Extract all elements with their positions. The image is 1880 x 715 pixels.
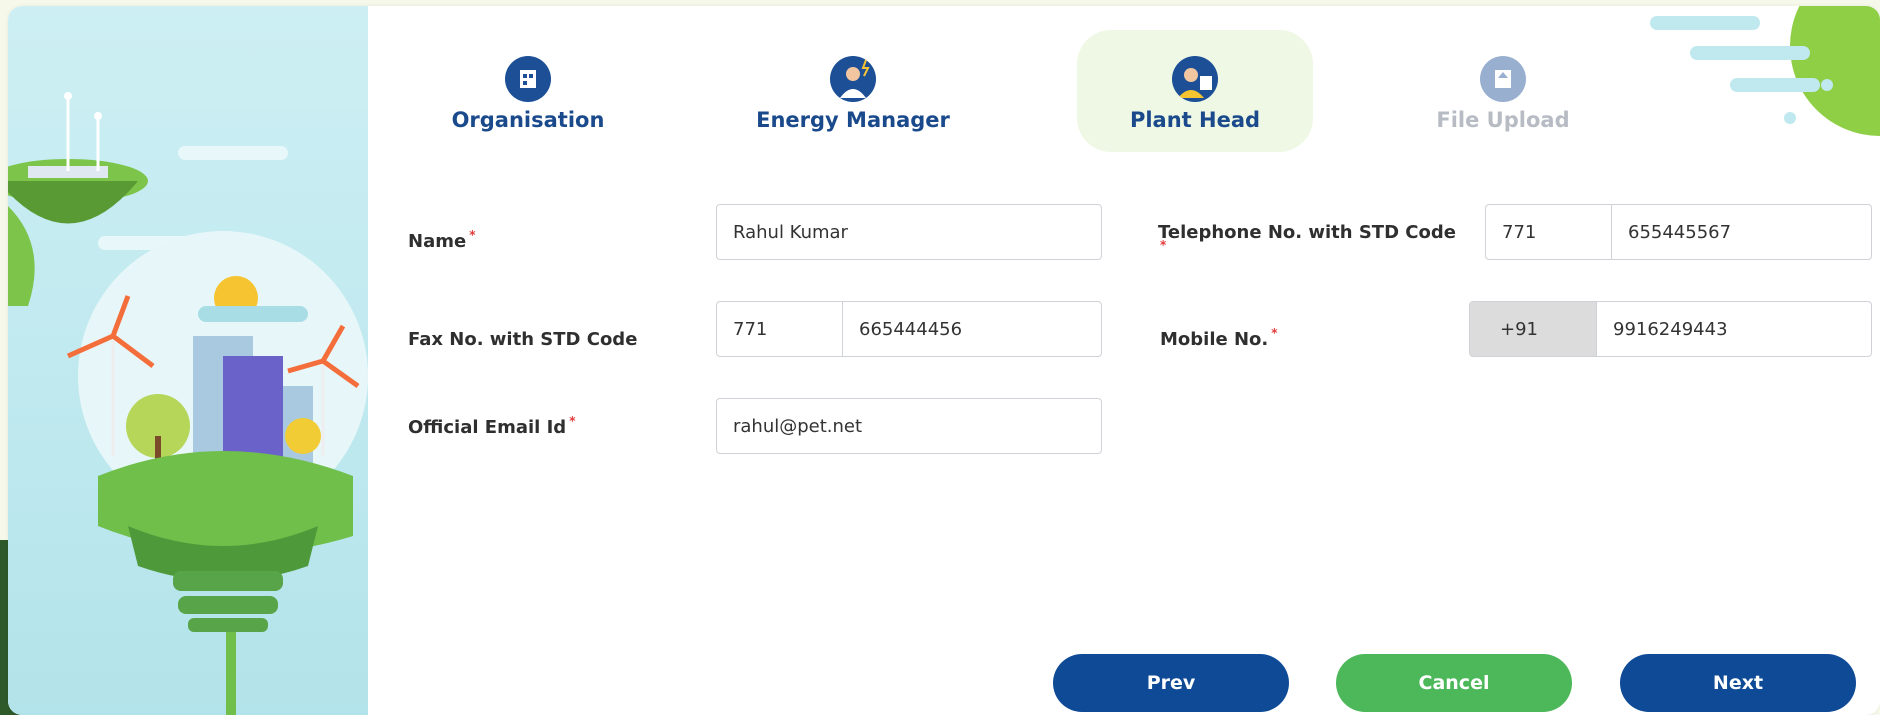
telephone-number-input[interactable]: 655445567: [1612, 205, 1731, 259]
step-label: Organisation: [451, 108, 605, 132]
fax-number-input[interactable]: 665444456: [843, 302, 962, 356]
fax-label-text: Fax No. with STD Code: [408, 329, 638, 350]
required-marker: *: [469, 228, 476, 242]
step-file-upload[interactable]: File Upload: [1403, 30, 1603, 152]
manager-icon: [830, 56, 876, 102]
name-value: Rahul Kumar: [733, 221, 848, 243]
name-label-text: Name: [408, 231, 467, 252]
required-marker: *: [569, 414, 576, 428]
mobile-label-text: Mobile No.: [1160, 329, 1269, 350]
mobile-prefix: +91: [1470, 302, 1597, 356]
mobile-number-input[interactable]: 9916249443: [1597, 302, 1728, 356]
telephone-std-input[interactable]: 771: [1486, 205, 1612, 259]
step-energy-manager[interactable]: Energy Manager: [753, 30, 953, 152]
email-label-text: Official Email Id: [408, 417, 567, 438]
mobile-label: Mobile No. *: [1160, 326, 1278, 350]
required-marker: *: [1160, 238, 1167, 252]
file-upload-icon: [1480, 56, 1526, 102]
mobile-field[interactable]: +91 9916249443: [1469, 301, 1872, 357]
step-plant-head[interactable]: Plant Head: [1077, 30, 1313, 152]
step-label: Plant Head: [1129, 108, 1261, 132]
prev-button[interactable]: Prev: [1053, 654, 1289, 712]
registration-card: Organisation Energy Manager Plant Head F…: [8, 6, 1880, 715]
decoration-top-right: [1650, 6, 1880, 136]
fax-label: Fax No. with STD Code: [408, 329, 637, 350]
next-button[interactable]: Next: [1620, 654, 1856, 712]
required-marker: *: [1271, 326, 1278, 340]
fax-field[interactable]: 771 665444456: [716, 301, 1102, 357]
telephone-field[interactable]: 771 655445567: [1485, 204, 1872, 260]
step-label: Energy Manager: [756, 108, 950, 132]
name-input[interactable]: Rahul Kumar: [716, 204, 1102, 260]
fax-std-input[interactable]: 771: [717, 302, 843, 356]
email-label: Official Email Id *: [408, 414, 576, 438]
step-organisation[interactable]: Organisation: [428, 30, 628, 152]
telephone-label-text: Telephone No. with STD Code: [1158, 222, 1456, 243]
email-value: rahul@pet.net: [733, 415, 863, 437]
email-input[interactable]: rahul@pet.net: [716, 398, 1102, 454]
name-label: Name *: [408, 228, 476, 252]
plant-head-icon: [1172, 56, 1218, 102]
eco-illustration: [8, 6, 368, 715]
cancel-button[interactable]: Cancel: [1336, 654, 1572, 712]
telephone-label: Telephone No. with STD Code *: [1158, 222, 1456, 252]
step-label: File Upload: [1436, 108, 1570, 132]
building-icon: [505, 56, 551, 102]
